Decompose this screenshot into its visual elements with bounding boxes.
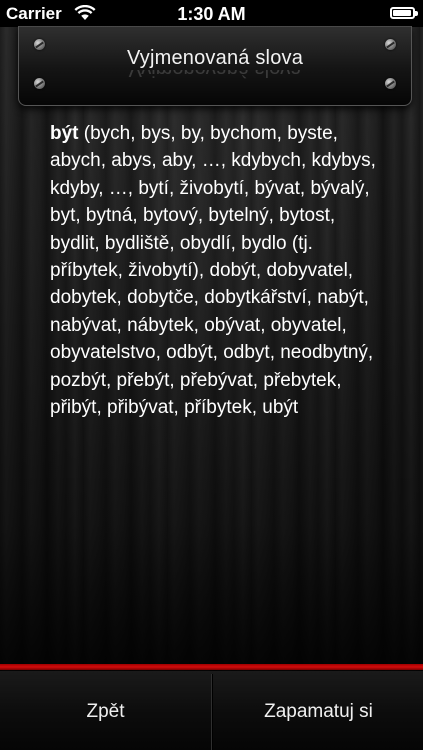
remember-button-label: Zapamatuj si <box>264 701 373 722</box>
back-button[interactable]: Zpět <box>0 674 212 750</box>
status-bar: Carrier 1:30 AM <box>0 0 423 27</box>
title-reflection: Vyjmenovaná slova <box>19 70 411 100</box>
page-title: Vyjmenovaná slova <box>126 47 304 69</box>
bottom-toolbar: Zpět Zapamatuj si <box>0 671 423 750</box>
app-screen: Carrier 1:30 AM Vyjmenovaná slova Vyjmen… <box>0 0 423 750</box>
word-list-content[interactable]: být (bych, bys, by, bychom, byste, abych… <box>50 120 390 516</box>
page-title-reflection: Vyjmenovaná slova <box>19 70 411 80</box>
title-plate: Vyjmenovaná slova Vyjmenovaná slova <box>18 26 412 106</box>
back-button-label: Zpět <box>86 701 125 722</box>
battery-level <box>393 10 411 16</box>
battery-icon <box>390 7 418 19</box>
red-divider <box>0 664 423 670</box>
status-time: 1:30 AM <box>177 4 246 24</box>
remember-button[interactable]: Zapamatuj si <box>212 674 423 750</box>
headword: být <box>50 123 79 144</box>
word-list-text: (bych, bys, by, bychom, byste, abych, ab… <box>50 123 376 419</box>
